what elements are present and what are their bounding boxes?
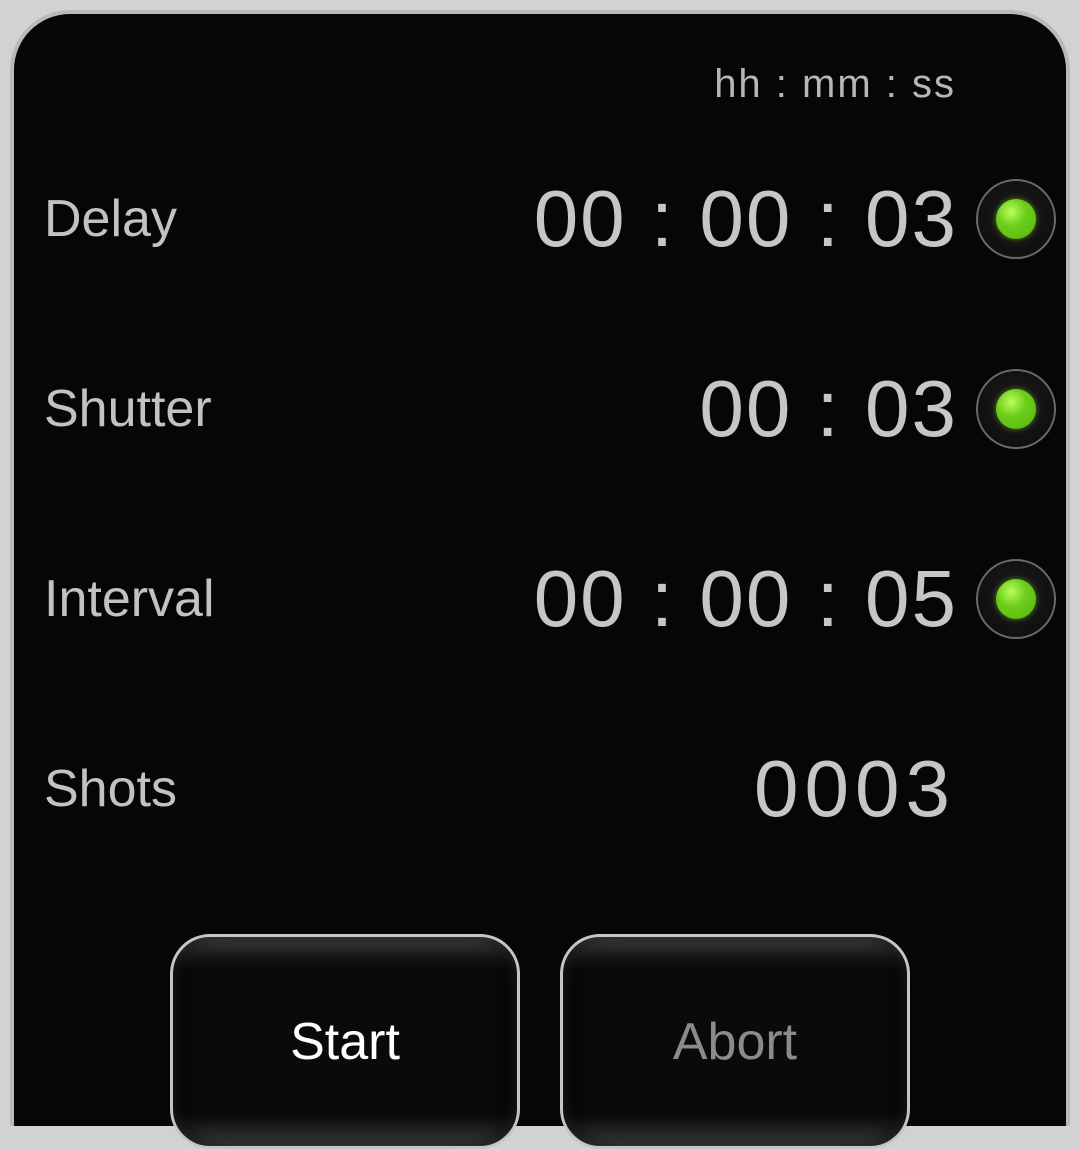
interval-label: Interval (14, 569, 314, 629)
intervalometer-panel: hh : mm : ss Delay 00 : 00 : 03 Shutter … (10, 10, 1070, 1126)
shutter-indicator[interactable] (976, 369, 1056, 449)
start-button[interactable]: Start (170, 934, 520, 1149)
delay-value[interactable]: 00 : 00 : 03 (534, 173, 958, 265)
button-row: Start Abort (14, 934, 1066, 1149)
interval-row: Interval 00 : 00 : 05 (14, 504, 1066, 694)
abort-button[interactable]: Abort (560, 934, 910, 1149)
shots-label: Shots (14, 759, 314, 819)
delay-row: Delay 00 : 00 : 03 (14, 124, 1066, 314)
shots-value[interactable]: 0003 (754, 743, 1056, 835)
shots-row: Shots 0003 (14, 694, 1066, 884)
shutter-label: Shutter (14, 379, 314, 439)
delay-indicator[interactable] (976, 179, 1056, 259)
delay-label: Delay (14, 189, 314, 249)
led-icon (996, 579, 1036, 619)
shutter-value[interactable]: 00 : 03 (699, 363, 958, 455)
interval-value[interactable]: 00 : 00 : 05 (534, 553, 958, 645)
units-header-row: hh : mm : ss (14, 44, 1066, 124)
led-icon (996, 389, 1036, 429)
shutter-row: Shutter 00 : 03 (14, 314, 1066, 504)
led-icon (996, 199, 1036, 239)
units-label: hh : mm : ss (314, 62, 1066, 107)
interval-indicator[interactable] (976, 559, 1056, 639)
